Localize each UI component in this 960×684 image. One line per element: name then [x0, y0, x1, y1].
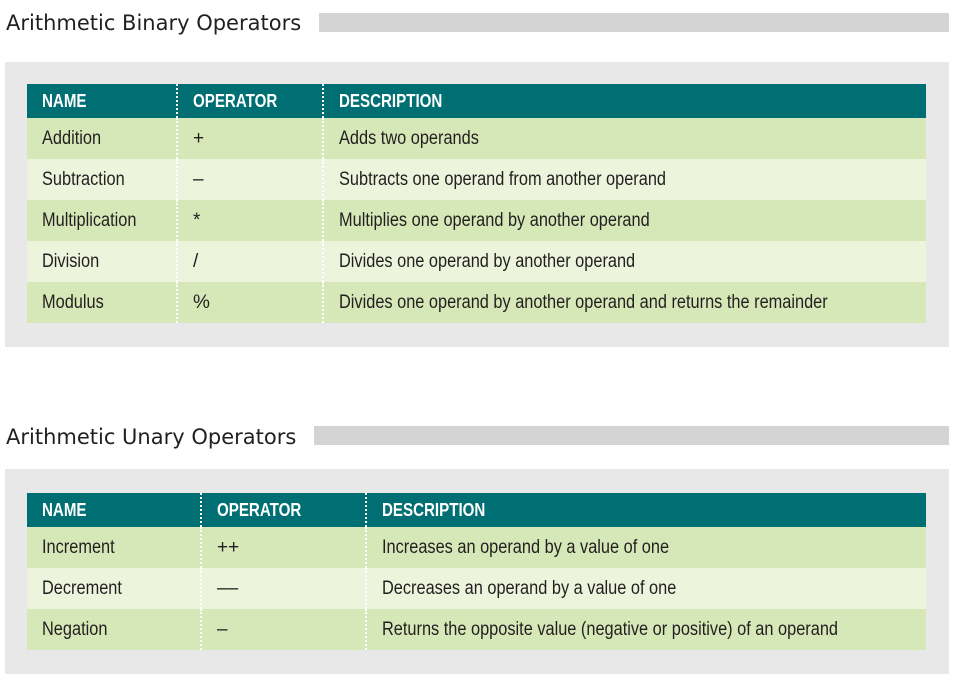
- operator-name: Negation: [27, 609, 201, 650]
- table-row: Subtraction – Subtracts one operand from…: [27, 159, 926, 200]
- operator-symbol: –: [176, 159, 323, 200]
- operator-description: Divides one operand by another operand a…: [322, 282, 926, 323]
- operator-description: Increases an operand by a value of one: [365, 527, 926, 568]
- table-row: Increment ++ Increases an operand by a v…: [27, 527, 926, 568]
- table-row: Modulus % Divides one operand by another…: [27, 282, 926, 323]
- operator-name: Subtraction: [27, 159, 177, 200]
- column-header-operator: OPERATOR: [176, 84, 323, 118]
- operator-name: Decrement: [27, 568, 201, 609]
- operator-description: Returns the opposite value (negative or …: [365, 609, 926, 650]
- operator-description: Multiplies one operand by another operan…: [322, 200, 926, 241]
- operator-name: Increment: [27, 527, 201, 568]
- table-row: Negation – Returns the opposite value (n…: [27, 609, 926, 650]
- unary-operators-table: NAME OPERATOR DESCRIPTION Increment ++ I…: [27, 493, 926, 650]
- operator-description: Decreases an operand by a value of one: [365, 568, 926, 609]
- table-row: Addition + Adds two operands: [27, 118, 926, 159]
- operator-symbol: /: [176, 241, 323, 282]
- table-row: Decrement –– Decreases an operand by a v…: [27, 568, 926, 609]
- operator-symbol: ––: [200, 568, 366, 609]
- column-header-description: DESCRIPTION: [365, 493, 926, 527]
- table-header-row: NAME OPERATOR DESCRIPTION: [27, 84, 926, 118]
- table-row: Multiplication * Multiplies one operand …: [27, 200, 926, 241]
- unary-section-title: Arithmetic Unary Operators: [6, 425, 297, 449]
- operator-name: Multiplication: [27, 200, 177, 241]
- operator-symbol: +: [176, 118, 323, 159]
- operator-symbol: %: [176, 282, 323, 323]
- binary-operators-table: NAME OPERATOR DESCRIPTION Addition + Add…: [27, 84, 926, 323]
- unary-title-rule: [314, 426, 949, 445]
- operator-symbol: *: [176, 200, 323, 241]
- unary-operators-panel: NAME OPERATOR DESCRIPTION Increment ++ I…: [5, 469, 949, 674]
- operator-name: Addition: [27, 118, 177, 159]
- column-header-operator: OPERATOR: [200, 493, 366, 527]
- operator-symbol: ++: [200, 527, 366, 568]
- operator-description: Subtracts one operand from another opera…: [322, 159, 926, 200]
- binary-section-title: Arithmetic Binary Operators: [6, 11, 302, 35]
- operator-description: Divides one operand by another operand: [322, 241, 926, 282]
- column-header-name: NAME: [27, 84, 177, 118]
- table-row: Division / Divides one operand by anothe…: [27, 241, 926, 282]
- column-header-name: NAME: [27, 493, 201, 527]
- binary-title-rule: [319, 13, 949, 32]
- table-header-row: NAME OPERATOR DESCRIPTION: [27, 493, 926, 527]
- operator-name: Division: [27, 241, 177, 282]
- binary-operators-panel: NAME OPERATOR DESCRIPTION Addition + Add…: [5, 62, 949, 347]
- column-header-description: DESCRIPTION: [322, 84, 926, 118]
- operator-name: Modulus: [27, 282, 177, 323]
- operator-symbol: –: [200, 609, 366, 650]
- operator-description: Adds two operands: [322, 118, 926, 159]
